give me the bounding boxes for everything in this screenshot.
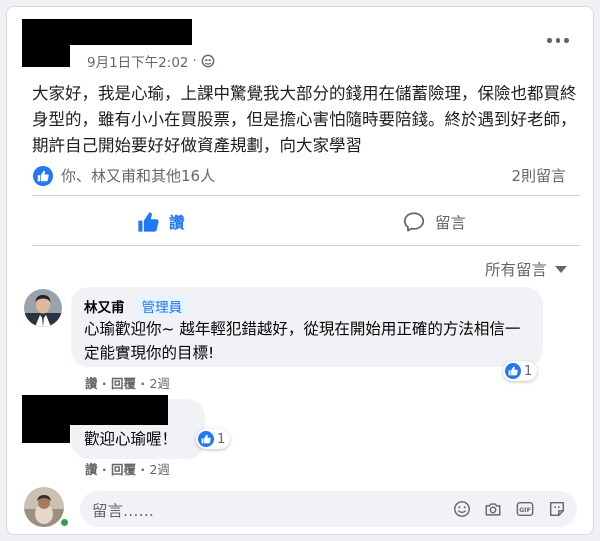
comment-sort-dropdown[interactable]: 所有留言 [485,258,568,280]
globe-icon [201,54,215,68]
comment-count-link[interactable]: 2則留言 [511,165,566,186]
comment-time[interactable]: 2週 [149,376,169,391]
emoji-icon[interactable] [453,500,471,518]
reaction-count: 1 [524,363,533,379]
divider [32,245,580,246]
admin-badge: 管理員 [135,295,189,317]
comment-icon [403,212,425,232]
comment-like-link[interactable]: 讚 [85,462,98,477]
gif-icon[interactable]: GIF [516,500,534,518]
like-icon [138,212,159,232]
redacted-author-name [70,19,192,45]
comment-composer[interactable]: 留言…… GIF [80,491,577,527]
comment-label: 留言 [435,214,467,232]
comment-actions: 讚 · 回覆 · 2週 [85,462,170,477]
redacted-commenter-name [70,395,168,425]
comment-actions: 讚 · 回覆 · 2週 [85,376,170,391]
comment-reaction[interactable]: 1 [503,361,538,381]
post-timestamp[interactable]: 9月1日下午2:02 · [87,51,215,71]
reaction-count: 1 [217,431,226,447]
dot-separator: · [192,53,197,69]
comment-time[interactable]: 2週 [149,462,169,477]
comment-button[interactable]: 留言 [403,211,466,233]
online-status-dot [59,517,70,528]
commenter-avatar[interactable] [24,289,62,327]
post-time-text: 9月1日下午2:02 [87,55,189,71]
caret-down-icon [555,265,568,273]
redacted-author-avatar [22,19,70,67]
comment-reaction[interactable]: 1 [196,429,231,449]
comment-reply-link[interactable]: 回覆 [111,462,136,477]
more-icon-dot [555,38,560,43]
comment-author[interactable]: 林又甫 [84,300,125,316]
post-body: 大家好，我是心瑜，上課中驚覺我大部分的錢用在儲蓄險理，保險也都買終身型的，雖有小… [32,84,577,155]
like-icon [505,363,521,379]
comment-reply-link[interactable]: 回覆 [111,376,136,391]
camera-icon[interactable] [484,500,502,518]
sticker-icon[interactable] [548,500,566,518]
post-card: 9月1日下午2:02 · 大家好，我是心瑜，上課中驚覺我大部分的錢用在儲蓄險理，… [6,6,594,535]
like-icon [33,165,53,186]
more-options-button[interactable] [547,38,569,43]
comment-input-placeholder: 留言…… [92,502,155,520]
svg-text:GIF: GIF [519,507,531,514]
sort-label: 所有留言 [485,261,548,279]
comment-bubble: 林又甫 管理員 心瑜歡迎你~ 越年輕犯錯越好，從現在開始用正確的方法相信一定能實… [71,287,543,367]
like-label: 讚 [169,214,185,232]
comment-text: 心瑜歡迎你~ 越年輕犯錯越好，從現在開始用正確的方法相信一定能實現你的目標! [84,320,521,362]
more-icon-dot [564,38,569,43]
redacted-commenter-avatar [22,395,70,443]
more-icon [547,38,552,43]
reaction-text: 你、林又甫和其他16人 [61,167,216,185]
divider [32,195,580,196]
like-button[interactable]: 讚 [137,211,185,233]
current-user-avatar[interactable] [24,487,64,527]
reaction-summary[interactable]: 你、林又甫和其他16人 [33,165,215,186]
comment-like-link[interactable]: 讚 [85,376,98,391]
comment-text: 歡迎心瑜喔！ [84,430,178,448]
like-icon [198,431,214,447]
